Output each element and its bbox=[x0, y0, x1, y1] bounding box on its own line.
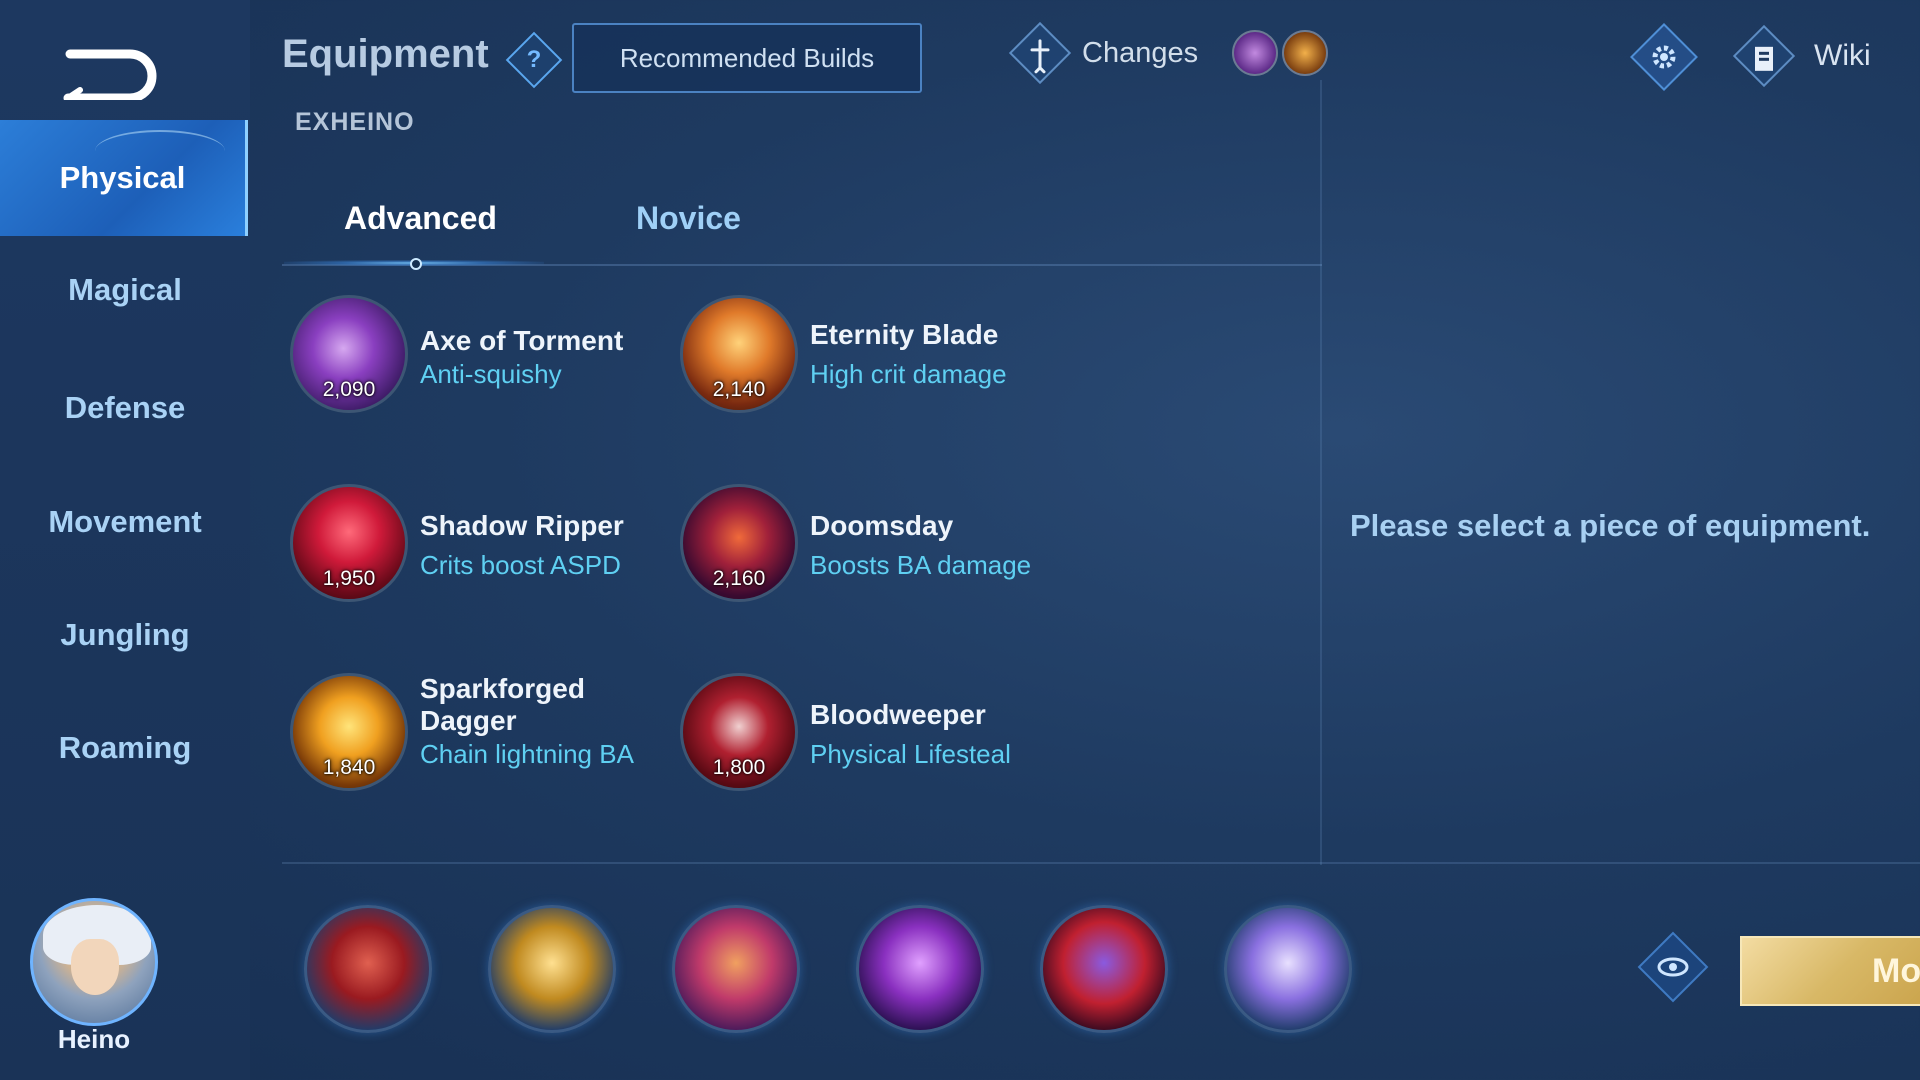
item-description: High crit damage bbox=[810, 359, 1007, 389]
item-price: 2,160 bbox=[712, 567, 766, 590]
category-sidebar: Physical Magical Defense Movement Jungli… bbox=[0, 0, 250, 1080]
sidebar-item-label: Movement bbox=[48, 504, 202, 539]
recommended-builds-button[interactable]: Recommended Builds bbox=[572, 23, 922, 93]
sword-icon bbox=[1030, 39, 1050, 74]
detail-placeholder-text: Please select a piece of equipment. bbox=[1350, 508, 1871, 543]
hero-face bbox=[71, 939, 119, 995]
hero-avatar[interactable] bbox=[30, 898, 158, 1026]
item-axe-of-torment[interactable]: 2,090 Axe of Torment Anti-squishy bbox=[290, 295, 670, 425]
item-description: Anti-squishy bbox=[420, 359, 562, 389]
item-price: 2,090 bbox=[322, 378, 376, 401]
item-name: Axe of Torment bbox=[420, 325, 624, 356]
build-slot-boots-icon[interactable] bbox=[304, 905, 432, 1033]
sidebar-item-label: Magical bbox=[68, 272, 182, 307]
build-slot-staff-icon[interactable] bbox=[1224, 905, 1352, 1033]
build-slot-wand-icon[interactable] bbox=[856, 905, 984, 1033]
item-price: 1,840 bbox=[322, 756, 376, 779]
gear-icon bbox=[1652, 45, 1676, 69]
blood-blade-icon: 1,800 bbox=[680, 673, 798, 791]
sidebar-item-jungling[interactable]: Jungling bbox=[0, 577, 250, 693]
build-slot-tome-icon[interactable] bbox=[672, 905, 800, 1033]
sidebar-item-magical[interactable]: Magical bbox=[0, 232, 250, 348]
tab-novice[interactable]: Novice bbox=[636, 200, 741, 237]
sidebar-item-label: Jungling bbox=[60, 617, 190, 652]
item-description: Crits boost ASPD bbox=[420, 550, 621, 580]
item-bloodweeper[interactable]: 1,800 Bloodweeper Physical Lifesteal bbox=[680, 673, 1060, 803]
preview-button[interactable] bbox=[1637, 931, 1709, 1003]
help-button[interactable]: ? bbox=[505, 31, 563, 89]
wiki-book-icon bbox=[1755, 46, 1773, 71]
tab-label: Advanced bbox=[344, 200, 497, 236]
eye-icon bbox=[1657, 957, 1689, 977]
active-tab-dot bbox=[410, 258, 422, 270]
blade-icon: 2,140 bbox=[680, 295, 798, 413]
more-button[interactable]: Mo bbox=[1740, 936, 1920, 1006]
tab-advanced[interactable]: Advanced bbox=[344, 200, 497, 237]
hero-subtitle: EXHEINO bbox=[295, 108, 415, 136]
axe-icon: 2,090 bbox=[290, 295, 408, 413]
sidebar-item-roaming[interactable]: Roaming bbox=[0, 690, 250, 806]
dagger-icon: 2,160 bbox=[680, 484, 798, 602]
tab-label: Novice bbox=[636, 200, 741, 236]
changes-button[interactable]: Changes bbox=[1008, 21, 1199, 85]
question-mark-icon: ? bbox=[526, 46, 542, 73]
back-arrow-icon bbox=[63, 49, 157, 103]
hero-name: Heino bbox=[57, 1024, 131, 1054]
back-button[interactable] bbox=[50, 40, 160, 103]
item-description: Chain lightning BA bbox=[420, 739, 634, 769]
page-title: Equipment bbox=[282, 32, 489, 76]
wiki-diamond bbox=[1732, 24, 1796, 88]
sidebar-item-label: Roaming bbox=[58, 730, 192, 765]
sidebar-item-label: Defense bbox=[64, 390, 186, 425]
more-button-label: Mo bbox=[1872, 951, 1920, 990]
sidebar-item-defense[interactable]: Defense bbox=[0, 350, 250, 466]
item-name: Eternity Blade bbox=[810, 319, 999, 350]
claw-icon: 1,950 bbox=[290, 484, 408, 602]
item-name: Doomsday bbox=[810, 510, 954, 541]
vertical-divider bbox=[1320, 80, 1322, 865]
wiki-label: Wiki bbox=[1814, 39, 1871, 72]
item-description: Boosts BA damage bbox=[810, 550, 1032, 580]
changes-label: Changes bbox=[1082, 36, 1199, 69]
item-sparkforged-dagger[interactable]: 1,840 Sparkforged Dagger Chain lightning… bbox=[290, 673, 670, 803]
sidebar-item-label: Physical bbox=[59, 160, 186, 195]
item-description: Physical Lifesteal bbox=[810, 739, 1011, 769]
horizontal-divider bbox=[282, 862, 1920, 864]
wiki-button[interactable]: Wiki bbox=[1732, 24, 1871, 88]
item-name: Bloodweeper bbox=[810, 699, 986, 730]
changed-item-blade-icon[interactable] bbox=[1282, 30, 1328, 76]
item-name: Shadow Ripper bbox=[420, 510, 624, 541]
changed-item-axe-icon[interactable] bbox=[1232, 30, 1278, 76]
lightning-dagger-icon: 1,840 bbox=[290, 673, 408, 791]
sidebar-item-physical[interactable]: Physical bbox=[0, 120, 248, 236]
item-price: 2,140 bbox=[712, 378, 766, 401]
item-price: 1,800 bbox=[712, 756, 766, 779]
item-shadow-ripper[interactable]: 1,950 Shadow Ripper Crits boost ASPD bbox=[290, 484, 670, 614]
changes-diamond bbox=[1008, 21, 1072, 85]
item-name: Sparkforged Dagger bbox=[420, 673, 585, 736]
build-slot-goblet-icon[interactable] bbox=[488, 905, 616, 1033]
item-eternity-blade[interactable]: 2,140 Eternity Blade High crit damage bbox=[680, 295, 1060, 425]
recommended-builds-label: Recommended Builds bbox=[619, 42, 875, 73]
build-slot-hat-icon[interactable] bbox=[1040, 905, 1168, 1033]
sidebar-item-movement[interactable]: Movement bbox=[0, 464, 250, 580]
settings-button[interactable] bbox=[1630, 23, 1698, 91]
item-doomsday[interactable]: 2,160 Doomsday Boosts BA damage bbox=[680, 484, 1060, 614]
item-price: 1,950 bbox=[322, 567, 376, 590]
